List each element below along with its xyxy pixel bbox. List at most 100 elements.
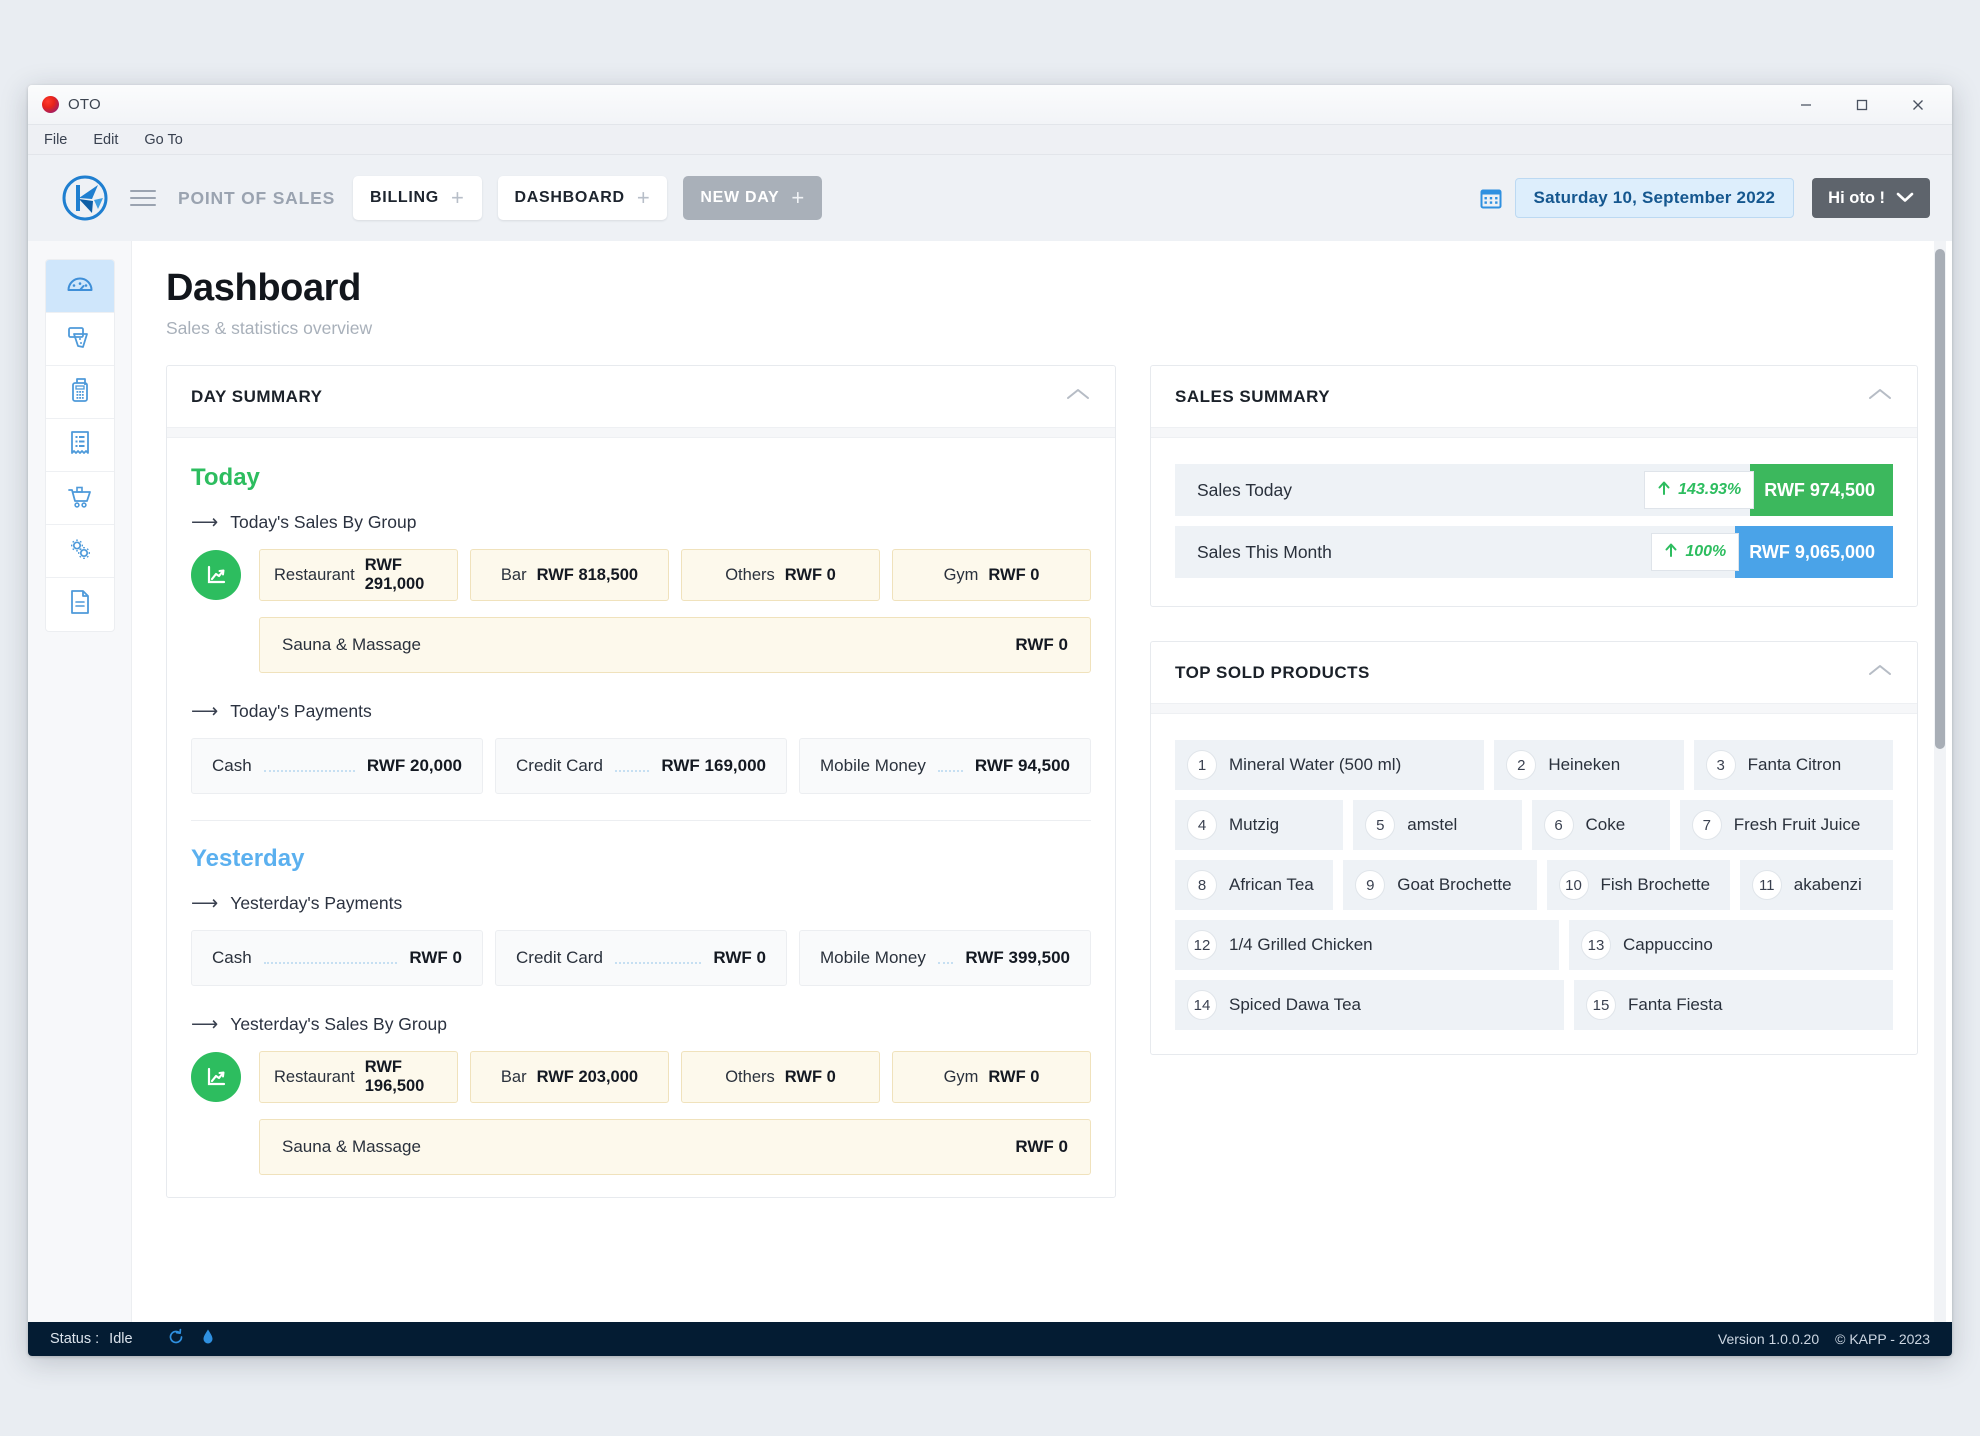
sidebar-item-invoices[interactable] (46, 419, 114, 472)
group-cell[interactable]: Bar RWF 818,500 (470, 549, 669, 601)
list-item[interactable]: 11akabenzi (1740, 860, 1893, 910)
yesterday-groups-row: Restaurant RWF 196,500 Bar RWF 203,000 O… (191, 1051, 1091, 1103)
yesterday-sales-by-group-label: ⟶ Yesterday's Sales By Group (191, 1014, 1091, 1035)
chevron-up-icon[interactable] (1867, 662, 1893, 683)
group-cell[interactable]: Restaurant RWF 196,500 (259, 1051, 458, 1103)
gauge-icon (65, 269, 95, 304)
app-icon (42, 96, 59, 113)
today-sales-by-group-label: ⟶ Today's Sales By Group (191, 512, 1091, 533)
payment-cell[interactable]: Cash RWF 0 (191, 930, 483, 986)
arrow-right-icon: ⟶ (191, 702, 218, 721)
hamburger-icon[interactable] (130, 190, 156, 206)
app-header: POINT OF SALES BILLING + DASHBOARD + NEW… (28, 155, 1952, 241)
scrollbar-thumb[interactable] (1935, 249, 1945, 749)
today-groups-row: Restaurant RWF 291,000 Bar RWF 818,500 O… (191, 549, 1091, 601)
sales-summary-row[interactable]: Sales Today 143.93% RWF 974,500 (1175, 464, 1893, 516)
list-item[interactable]: 7Fresh Fruit Juice (1680, 800, 1893, 850)
sales-amount: RWF 974,500 (1750, 464, 1893, 516)
date-display[interactable]: Saturday 10, September 2022 (1515, 178, 1795, 218)
day-summary-card: DAY SUMMARY Today ⟶ Today's Sales By (166, 365, 1116, 1198)
trending-up-icon (191, 550, 241, 600)
menu-item-file[interactable]: File (44, 132, 67, 148)
group-cell[interactable]: Gym RWF 0 (892, 1051, 1091, 1103)
today-payments-label: ⟶ Today's Payments (191, 701, 1091, 722)
card-strip (1151, 428, 1917, 438)
payment-cell[interactable]: Credit Card RWF 0 (495, 930, 787, 986)
day-summary-header: DAY SUMMARY (167, 366, 1115, 428)
growth-badge: 100% (1651, 533, 1739, 571)
sidebar-item-purchases[interactable] (46, 472, 114, 525)
title-bar: OTO (28, 85, 1952, 125)
minimize-button[interactable] (1778, 86, 1834, 124)
group-cell[interactable]: Restaurant RWF 291,000 (259, 549, 458, 601)
refresh-icon[interactable] (167, 1328, 185, 1350)
trending-up-icon (191, 1052, 241, 1102)
card-strip (1151, 704, 1917, 714)
menu-item-goto[interactable]: Go To (144, 132, 182, 148)
growth-badge: 143.93% (1644, 471, 1754, 509)
group-cell[interactable]: Bar RWF 203,000 (470, 1051, 669, 1103)
card-strip (167, 428, 1115, 438)
receipt-icon (65, 428, 95, 463)
list-item[interactable]: 15Fanta Fiesta (1574, 980, 1893, 1030)
list-item[interactable]: 2Heineken (1494, 740, 1683, 790)
plus-icon[interactable]: + (637, 187, 651, 209)
tab-billing[interactable]: BILLING + (353, 176, 481, 220)
main-content: Dashboard Sales & statistics overview DA… (132, 241, 1952, 1322)
tab-dashboard[interactable]: DASHBOARD + (498, 176, 668, 220)
list-item[interactable]: 10Fish Brochette (1547, 860, 1730, 910)
list-item[interactable]: 8African Tea (1175, 860, 1333, 910)
list-item[interactable]: 13Cappuccino (1569, 920, 1893, 970)
nav-point-of-sales[interactable]: POINT OF SALES (178, 188, 335, 209)
today-heading: Today (191, 464, 1091, 492)
plus-icon[interactable]: + (451, 187, 465, 209)
list-item[interactable]: 6Coke (1532, 800, 1670, 850)
sidebar-item-dashboard[interactable] (46, 260, 114, 313)
group-cell[interactable]: Gym RWF 0 (892, 549, 1091, 601)
today-sauna-massage-row[interactable]: Sauna & Massage RWF 0 (259, 617, 1091, 673)
dotted-leader (264, 770, 355, 772)
status-label: Status : (50, 1331, 99, 1347)
yesterday-sauna-massage-row[interactable]: Sauna & Massage RWF 0 (259, 1119, 1091, 1175)
list-item[interactable]: 14Spiced Dawa Tea (1175, 980, 1564, 1030)
sidebar-item-settings[interactable] (46, 525, 114, 578)
document-icon (65, 587, 95, 622)
list-item[interactable]: 121/4 Grilled Chicken (1175, 920, 1559, 970)
payment-cell[interactable]: Credit Card RWF 169,000 (495, 738, 787, 794)
group-cell[interactable]: Others RWF 0 (681, 549, 880, 601)
kapp-logo-icon (62, 175, 108, 221)
calendar-icon[interactable] (1479, 186, 1503, 210)
payment-cell[interactable]: Cash RWF 20,000 (191, 738, 483, 794)
app-body: Dashboard Sales & statistics overview DA… (28, 241, 1952, 1322)
sales-summary-row[interactable]: Sales This Month 100% RWF 9,065,000 (1175, 526, 1893, 578)
status-bar: Status : Idle Version 1.0.0.20 © KAPP - … (28, 1322, 1952, 1356)
list-item[interactable]: 1Mineral Water (500 ml) (1175, 740, 1484, 790)
group-cell[interactable]: Others RWF 0 (681, 1051, 880, 1103)
dotted-leader (615, 770, 650, 772)
menu-item-edit[interactable]: Edit (93, 132, 118, 148)
notification-icon[interactable] (199, 1328, 217, 1350)
payment-cell[interactable]: Mobile Money RWF 94,500 (799, 738, 1091, 794)
tab-billing-label: BILLING (370, 189, 439, 207)
sales-summary-header: SALES SUMMARY (1151, 366, 1917, 428)
arrow-right-icon: ⟶ (191, 1015, 218, 1034)
new-day-label: NEW DAY (700, 189, 779, 207)
payment-cell[interactable]: Mobile Money RWF 399,500 (799, 930, 1091, 986)
list-item[interactable]: 4Mutzig (1175, 800, 1343, 850)
sidebar-item-pos-terminal[interactable] (46, 366, 114, 419)
list-item[interactable]: 3Fanta Citron (1694, 740, 1893, 790)
list-item[interactable]: 9Goat Brochette (1343, 860, 1536, 910)
top-products-grid: 1Mineral Water (500 ml) 2Heineken 3Fanta… (1175, 740, 1893, 1030)
status-value: Idle (109, 1331, 132, 1347)
top-sold-products-title: TOP SOLD PRODUCTS (1175, 663, 1370, 683)
sidebar-item-billing[interactable] (46, 313, 114, 366)
new-day-button[interactable]: NEW DAY + (683, 176, 822, 220)
user-menu-button[interactable]: Hi oto ! (1812, 178, 1930, 218)
sidebar-item-reports[interactable] (46, 578, 114, 631)
today-payments-row: Cash RWF 20,000 Credit Card RWF 169,000 (191, 738, 1091, 794)
maximize-button[interactable] (1834, 86, 1890, 124)
chevron-up-icon[interactable] (1065, 386, 1091, 407)
chevron-up-icon[interactable] (1867, 386, 1893, 407)
close-button[interactable] (1890, 86, 1946, 124)
list-item[interactable]: 5amstel (1353, 800, 1521, 850)
